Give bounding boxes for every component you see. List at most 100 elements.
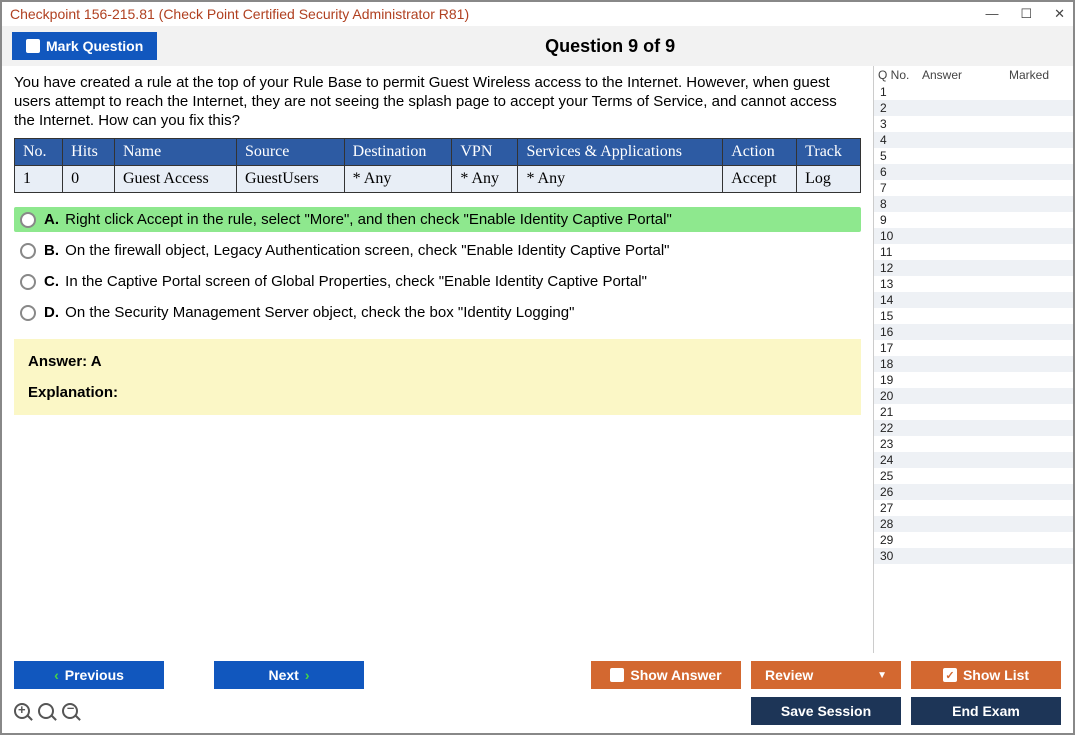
row-number: 13 — [880, 276, 920, 292]
chevron-down-icon: ▼ — [877, 670, 887, 681]
list-item[interactable]: 10 — [874, 228, 1073, 244]
row-number: 18 — [880, 356, 920, 372]
table-header-row: No.HitsNameSourceDestinationVPNServices … — [15, 139, 861, 166]
bottom-bar: ‹ Previous Next › ✓ Show Answer Review ▼… — [2, 653, 1073, 733]
answer-option-b[interactable]: B. On the firewall object, Legacy Authen… — [14, 238, 861, 263]
question-list[interactable]: 1234567891011121314151617181920212223242… — [874, 84, 1073, 653]
list-item[interactable]: 16 — [874, 324, 1073, 340]
end-exam-label: End Exam — [952, 703, 1020, 719]
review-button[interactable]: Review ▼ — [751, 661, 901, 689]
list-item[interactable]: 6 — [874, 164, 1073, 180]
list-item[interactable]: 15 — [874, 308, 1073, 324]
close-icon[interactable]: ✕ — [1054, 6, 1065, 22]
checkbox-icon: ✓ — [26, 39, 40, 53]
row-number: 27 — [880, 500, 920, 516]
list-item[interactable]: 4 — [874, 132, 1073, 148]
mark-question-button[interactable]: ✓ Mark Question — [12, 32, 157, 60]
show-answer-button[interactable]: ✓ Show Answer — [591, 661, 741, 689]
save-session-label: Save Session — [781, 703, 871, 719]
chevron-left-icon: ‹ — [54, 667, 59, 683]
save-session-button[interactable]: Save Session — [751, 697, 901, 725]
table-cell: 0 — [63, 166, 115, 193]
end-exam-button[interactable]: End Exam — [911, 697, 1061, 725]
table-header: Hits — [63, 139, 115, 166]
question-text: You have created a rule at the top of yo… — [14, 74, 861, 130]
minimize-icon[interactable]: — — [985, 6, 998, 22]
list-item[interactable]: 9 — [874, 212, 1073, 228]
row-number: 4 — [880, 132, 920, 148]
list-item[interactable]: 14 — [874, 292, 1073, 308]
list-item[interactable]: 18 — [874, 356, 1073, 372]
next-button[interactable]: Next › — [214, 661, 364, 689]
row-number: 1 — [880, 84, 920, 100]
list-item[interactable]: 2 — [874, 100, 1073, 116]
show-answer-label: Show Answer — [630, 667, 721, 683]
row-number: 11 — [880, 244, 920, 260]
show-list-button[interactable]: ✓ Show List — [911, 661, 1061, 689]
list-item[interactable]: 11 — [874, 244, 1073, 260]
explanation-label: Explanation: — [28, 384, 847, 401]
row-number: 14 — [880, 292, 920, 308]
previous-button[interactable]: ‹ Previous — [14, 661, 164, 689]
row-number: 24 — [880, 452, 920, 468]
list-item[interactable]: 27 — [874, 500, 1073, 516]
zoom-reset-icon[interactable] — [38, 703, 54, 719]
table-cell: * Any — [518, 166, 723, 193]
window-controls: — ☐ ✕ — [985, 6, 1065, 22]
answer-options: A. Right click Accept in the rule, selec… — [14, 207, 861, 325]
list-item[interactable]: 20 — [874, 388, 1073, 404]
option-text: A. Right click Accept in the rule, selec… — [44, 211, 672, 228]
row-number: 23 — [880, 436, 920, 452]
table-cell: Guest Access — [114, 166, 236, 193]
list-item[interactable]: 17 — [874, 340, 1073, 356]
option-text: D. On the Security Management Server obj… — [44, 304, 574, 321]
table-header: Name — [114, 139, 236, 166]
table-row: 10Guest AccessGuestUsers* Any* Any* AnyA… — [15, 166, 861, 193]
maximize-icon[interactable]: ☐ — [1020, 6, 1032, 22]
zoom-out-icon[interactable] — [62, 703, 78, 719]
row-number: 3 — [880, 116, 920, 132]
list-item[interactable]: 25 — [874, 468, 1073, 484]
question-pane: You have created a rule at the top of yo… — [2, 66, 873, 653]
row-number: 21 — [880, 404, 920, 420]
answer-option-d[interactable]: D. On the Security Management Server obj… — [14, 300, 861, 325]
list-item[interactable]: 3 — [874, 116, 1073, 132]
list-item[interactable]: 22 — [874, 420, 1073, 436]
answer-option-c[interactable]: C. In the Captive Portal screen of Globa… — [14, 269, 861, 294]
row-number: 12 — [880, 260, 920, 276]
list-item[interactable]: 30 — [874, 548, 1073, 564]
list-item[interactable]: 23 — [874, 436, 1073, 452]
question-header: Question 9 of 9 — [157, 36, 1063, 57]
checkbox-icon: ✓ — [610, 668, 624, 682]
row-number: 19 — [880, 372, 920, 388]
zoom-in-icon[interactable] — [14, 703, 30, 719]
col-qno: Q No. — [878, 68, 922, 82]
row-number: 25 — [880, 468, 920, 484]
list-item[interactable]: 5 — [874, 148, 1073, 164]
table-cell: 1 — [15, 166, 63, 193]
mark-question-label: Mark Question — [46, 38, 143, 54]
list-header: Q No. Answer Marked — [874, 66, 1073, 84]
radio-icon — [20, 243, 36, 259]
list-item[interactable]: 12 — [874, 260, 1073, 276]
list-item[interactable]: 7 — [874, 180, 1073, 196]
table-cell: GuestUsers — [236, 166, 344, 193]
radio-icon — [20, 305, 36, 321]
list-item[interactable]: 24 — [874, 452, 1073, 468]
list-item[interactable]: 21 — [874, 404, 1073, 420]
answer-option-a[interactable]: A. Right click Accept in the rule, selec… — [14, 207, 861, 232]
list-item[interactable]: 1 — [874, 84, 1073, 100]
list-item[interactable]: 28 — [874, 516, 1073, 532]
row-number: 30 — [880, 548, 920, 564]
col-marked: Marked — [1009, 68, 1069, 82]
row-number: 6 — [880, 164, 920, 180]
option-text: C. In the Captive Portal screen of Globa… — [44, 273, 647, 290]
list-item[interactable]: 8 — [874, 196, 1073, 212]
list-item[interactable]: 19 — [874, 372, 1073, 388]
list-item[interactable]: 13 — [874, 276, 1073, 292]
checkbox-checked-icon: ✓ — [943, 668, 957, 682]
radio-icon — [20, 274, 36, 290]
list-item[interactable]: 26 — [874, 484, 1073, 500]
row-number: 22 — [880, 420, 920, 436]
list-item[interactable]: 29 — [874, 532, 1073, 548]
